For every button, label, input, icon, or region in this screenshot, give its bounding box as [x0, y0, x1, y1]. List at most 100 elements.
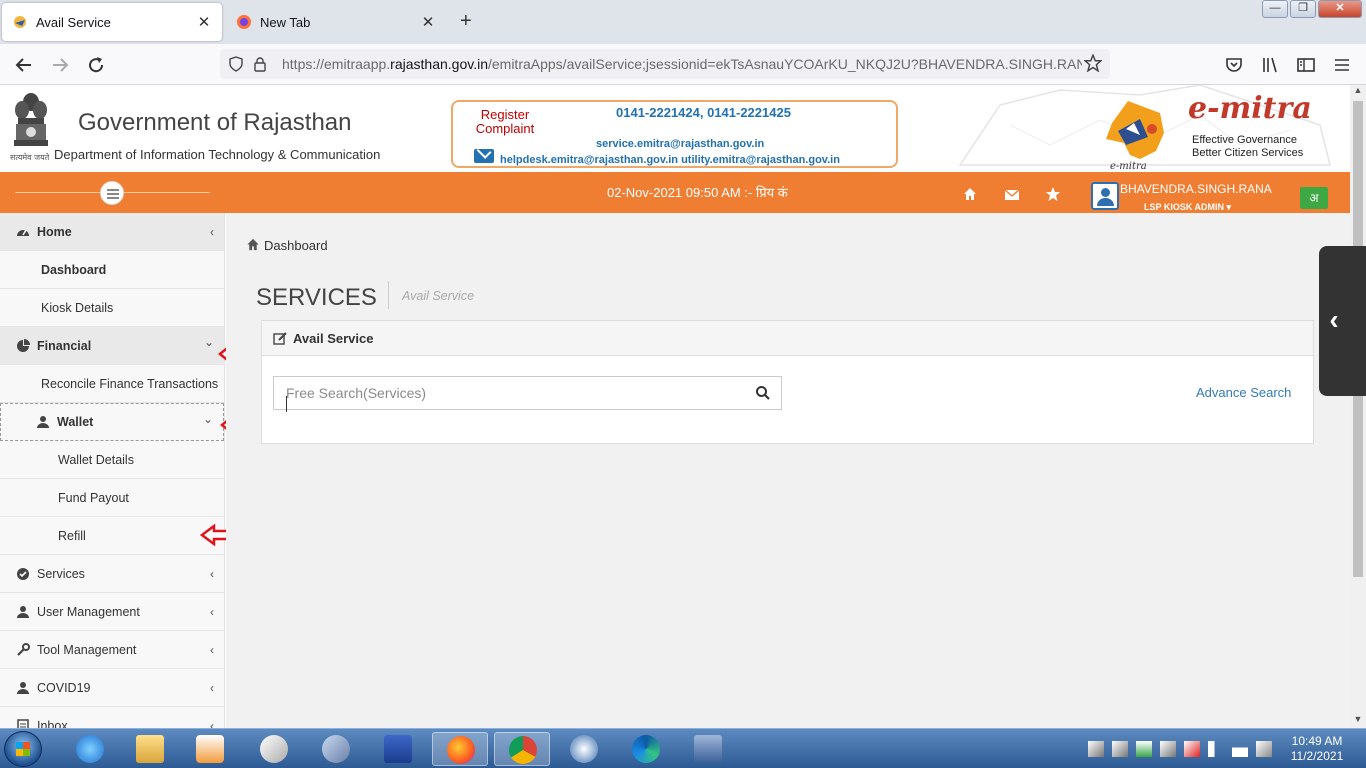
tray-app-icon[interactable]: [1088, 741, 1104, 757]
breadcrumb: Dashboard: [246, 238, 328, 253]
sidebar-item-financial[interactable]: Financial ⌄: [0, 327, 224, 365]
sidebar-item-user-management[interactable]: User Management ‹: [0, 593, 224, 631]
advance-search-link[interactable]: Advance Search: [1196, 385, 1291, 400]
sidebar-item-wallet[interactable]: Wallet ⌄: [0, 403, 224, 441]
register-complaint-link[interactable]: Register Complaint: [465, 108, 545, 136]
tab-avail-service[interactable]: Avail Service ✕: [2, 3, 222, 41]
emitra-favicon-icon: [14, 16, 26, 28]
network-tool-icon[interactable]: [308, 732, 364, 766]
clock-date: 11/2/2021: [1290, 749, 1344, 763]
department-title: Department of Information Technology & C…: [54, 147, 381, 162]
url-text: https://emitraapp.rajasthan.gov.in/emitr…: [282, 56, 1082, 72]
back-icon[interactable]: [12, 53, 36, 77]
page-scrollbar[interactable]: ▲ ▼: [1350, 85, 1366, 728]
inbox-icon: [17, 718, 29, 728]
minimize-button[interactable]: —: [1262, 0, 1288, 18]
internet-explorer-icon[interactable]: [62, 732, 118, 766]
tray-app-icon[interactable]: [1160, 741, 1176, 757]
sidebar-item-label: Home: [37, 224, 72, 239]
chevron-left-icon: ‹: [210, 567, 214, 581]
sidebar-item-inbox[interactable]: Inbox ‹: [0, 707, 224, 728]
maximize-button[interactable]: ❐: [1290, 0, 1316, 18]
sidebar-item-wallet-details[interactable]: Wallet Details: [0, 441, 224, 479]
tray-warning-icon[interactable]: [1184, 741, 1200, 757]
sidebar-item-reconcile-finance-transactions[interactable]: Reconcile Finance Transactions: [0, 365, 224, 403]
government-title: Government of Rajasthan: [78, 109, 352, 136]
right-panel-toggle[interactable]: ‹: [1319, 246, 1366, 396]
scroll-down-arrow[interactable]: ▼: [1350, 714, 1366, 728]
taskbar-clock[interactable]: 10:49 AM 11/2/2021: [1282, 734, 1352, 764]
sidebar-item-home[interactable]: Home ‹: [0, 213, 224, 251]
firefox-icon[interactable]: [432, 732, 488, 766]
pointer-tool-icon[interactable]: [246, 732, 302, 766]
sidebar-item-kiosk-details[interactable]: Kiosk Details: [0, 289, 224, 327]
close-window-button[interactable]: ✕: [1318, 0, 1362, 18]
tab-close-button[interactable]: ✕: [420, 13, 436, 31]
library-icon[interactable]: [1258, 53, 1282, 77]
tray-action-icon[interactable]: [1256, 741, 1272, 757]
sidebar-item-refill[interactable]: Refill: [0, 517, 224, 555]
chrome-icon[interactable]: [494, 732, 550, 766]
helpdesk-email[interactable]: helpdesk.emitra@rajasthan.gov.in utility…: [500, 154, 840, 166]
tray-chart-icon[interactable]: [1136, 741, 1152, 757]
shield-icon[interactable]: [228, 56, 244, 72]
username-label[interactable]: BHAVENDRA.SINGH.RANA: [1120, 182, 1272, 196]
app-icon[interactable]: [370, 732, 426, 766]
breadcrumb-dashboard-link[interactable]: Dashboard: [264, 238, 328, 253]
scroll-up-arrow[interactable]: ▲: [1350, 85, 1366, 99]
sidebar-item-label: COVID19: [37, 680, 91, 695]
service-email[interactable]: service.emitra@rajasthan.gov.in: [596, 138, 764, 150]
user-avatar[interactable]: [1091, 182, 1119, 210]
edge-icon[interactable]: [618, 732, 674, 766]
menu-icon[interactable]: [1330, 53, 1354, 77]
sidebar-item-label: Inbox: [37, 718, 68, 729]
new-tab-button[interactable]: +: [460, 10, 472, 32]
home-icon[interactable]: [962, 186, 978, 202]
app-icon[interactable]: [680, 732, 736, 766]
start-button[interactable]: [4, 731, 42, 767]
file-explorer-icon[interactable]: [122, 732, 178, 766]
volume-icon[interactable]: [1208, 741, 1224, 757]
pocket-icon[interactable]: [1222, 53, 1246, 77]
sidebar-icon[interactable]: [1294, 53, 1318, 77]
sidebar-item-label: Financial: [37, 338, 92, 353]
sidebar-item-fund-payout[interactable]: Fund Payout: [0, 479, 224, 517]
main-content: Dashboard SERVICES Avail Service Avail S…: [226, 213, 1366, 728]
network-signal-icon[interactable]: [1232, 741, 1248, 757]
sidebar-item-services[interactable]: Services ‹: [0, 555, 224, 593]
sidebar-item-label: Tool Management: [37, 642, 137, 657]
text-cursor: [286, 396, 287, 412]
sidebar-item-label: Kiosk Details: [41, 300, 114, 315]
language-toggle-button[interactable]: अ: [1300, 187, 1328, 209]
free-search-input[interactable]: [274, 377, 744, 409]
chevron-down-icon: ⌄: [202, 412, 213, 426]
chevron-down-icon: ⌄: [203, 335, 214, 349]
sidebar-toggle-button[interactable]: [100, 181, 124, 205]
sidebar-item-label: Services: [37, 566, 85, 581]
search-icon[interactable]: [755, 385, 771, 401]
sidebar-item-tool-management[interactable]: Tool Management ‹: [0, 631, 224, 669]
chevron-left-icon: ‹: [210, 605, 214, 619]
tab-title: New Tab: [260, 14, 311, 30]
lock-icon[interactable]: [252, 56, 268, 72]
reload-icon[interactable]: [84, 53, 108, 77]
tab-close-button[interactable]: ✕: [196, 13, 212, 31]
tray-app-icon[interactable]: [1112, 741, 1128, 757]
chevron-left-icon: ‹: [210, 719, 214, 728]
window-controls: — ❐ ✕: [1262, 0, 1362, 18]
emblem-caption: सत्यमेव जयते: [10, 153, 50, 162]
sidebar-item-label: Refill: [58, 528, 86, 543]
forward-icon[interactable]: [48, 53, 72, 77]
address-bar[interactable]: https://emitraapp.rajasthan.gov.in/emitr…: [220, 49, 1110, 79]
helpline-phones: 0141-2221424, 0141-2221425: [616, 105, 791, 120]
app-icon[interactable]: [556, 732, 612, 766]
mail-icon[interactable]: [1004, 186, 1020, 202]
user-role-dropdown[interactable]: LSP KIOSK ADMIN ▾: [1144, 202, 1231, 213]
sidebar-item-covid19[interactable]: COVID19 ‹: [0, 669, 224, 707]
tab-new-tab[interactable]: New Tab ✕: [226, 3, 446, 41]
media-player-icon[interactable]: [182, 732, 238, 766]
sidebar-item-dashboard[interactable]: Dashboard: [0, 251, 224, 289]
favorite-star-icon[interactable]: [1045, 186, 1061, 202]
bookmark-star-icon[interactable]: [1084, 54, 1102, 72]
sidebar-item-label: Fund Payout: [58, 490, 129, 505]
